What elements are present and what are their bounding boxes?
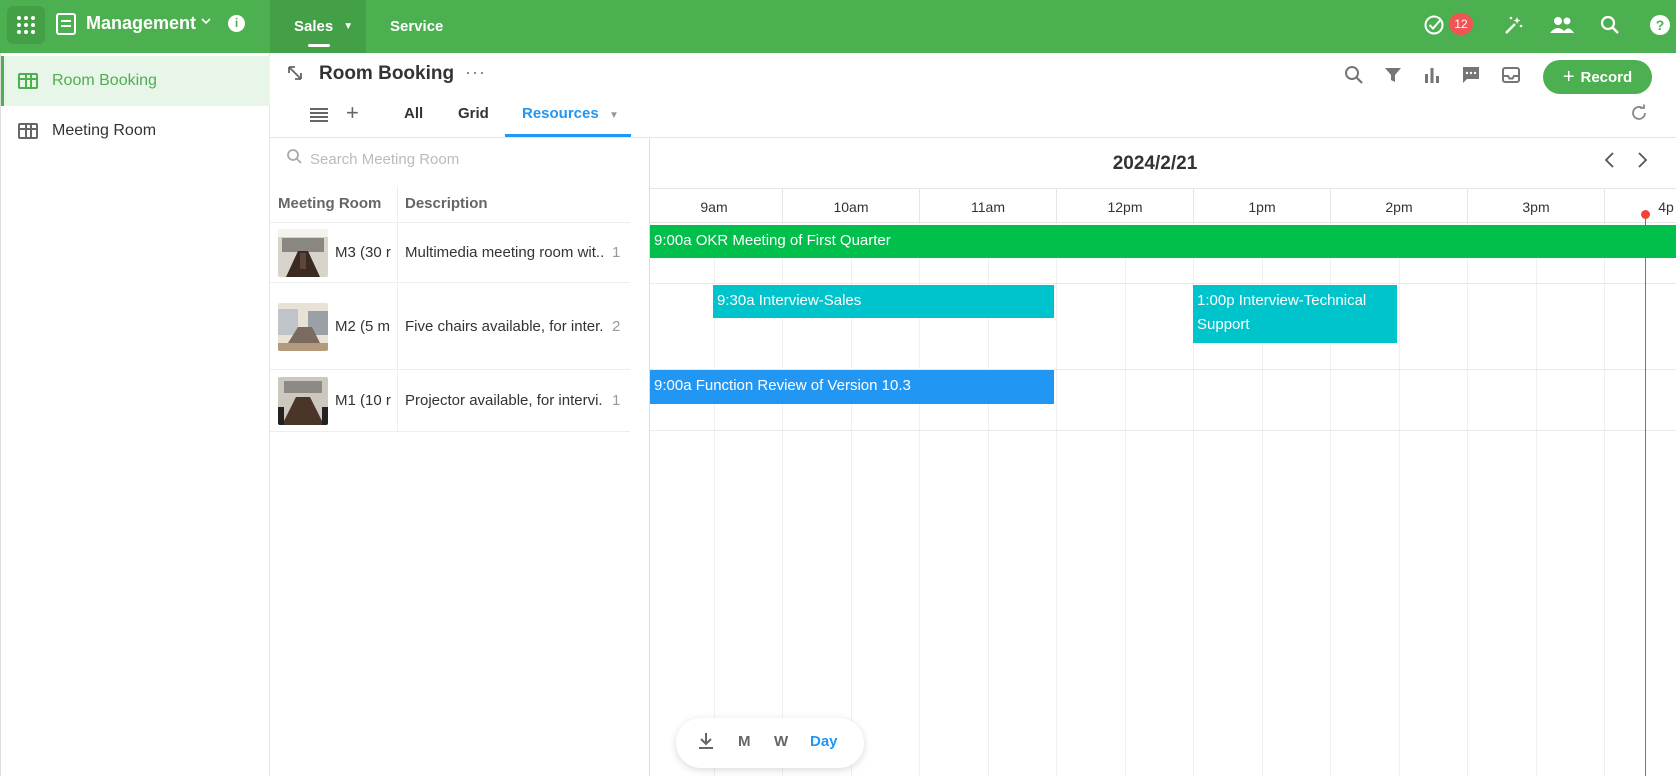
info-icon[interactable]: i	[228, 15, 245, 32]
sidebar-item-room-booking[interactable]: Room Booking	[1, 56, 270, 106]
room-name: M3 (30 r	[335, 244, 391, 261]
caret-down-icon: ▼	[343, 21, 354, 32]
bar-chart-icon[interactable]	[1420, 63, 1444, 87]
tab-resources[interactable]: Resources	[522, 105, 599, 122]
column-divider	[397, 186, 398, 222]
search-icon[interactable]	[1597, 12, 1623, 38]
event-okr-meeting[interactable]: 9:00a OKR Meeting of First Quarter	[650, 225, 1676, 258]
top-bar: Management i Sales ▼ Service 12 ?	[0, 0, 1676, 53]
record-button-label: Record	[1580, 68, 1633, 86]
resource-row[interactable]: M3 (30 r Multimedia meeting room wit.. 1	[270, 223, 630, 283]
svg-text:?: ?	[1656, 17, 1665, 33]
filter-icon[interactable]	[1381, 63, 1405, 87]
room-count: 1	[612, 244, 621, 261]
hour-label: 12pm	[1107, 199, 1143, 215]
view-title: Room Booking	[319, 63, 455, 84]
room-thumbnail	[278, 229, 328, 277]
hour-label: 10am	[833, 199, 869, 215]
nav-tab-sales[interactable]: Sales ▼	[270, 0, 366, 53]
view-mode-switcher: M W Day	[676, 718, 864, 768]
hour-label: 9am	[700, 199, 728, 215]
week-view-button[interactable]: W	[774, 733, 788, 750]
download-icon[interactable]	[698, 732, 714, 755]
sidebar-item-label: Meeting Room	[52, 122, 157, 139]
comment-icon[interactable]	[1459, 63, 1483, 87]
hour-label: 4p	[1658, 199, 1674, 215]
room-count: 2	[612, 318, 621, 335]
search-icon[interactable]	[1342, 63, 1366, 87]
app-header: Management i	[0, 0, 270, 53]
search-icon	[286, 148, 303, 170]
event-function-review[interactable]: 9:00a Function Review of Version 10.3	[650, 370, 1054, 404]
room-count: 1	[612, 392, 621, 409]
hour-header: 9am 10am 11am 12pm 1pm 2pm 3pm 4p	[650, 188, 1676, 223]
resource-list: Meeting Room Description M3 (30 r Multim…	[270, 138, 650, 776]
next-day-icon[interactable]	[1635, 150, 1649, 176]
tab-caret-down-icon[interactable]: ▼	[609, 110, 619, 121]
column-header-description[interactable]: Description	[405, 195, 488, 212]
room-description: Multimedia meeting room wit..	[405, 244, 605, 261]
current-time-line	[1645, 211, 1646, 776]
resource-row[interactable]: M2 (5 m Five chairs available, for inter…	[270, 284, 630, 370]
search-meeting-room-input[interactable]	[310, 146, 630, 172]
check-circle-icon[interactable]	[1421, 12, 1447, 38]
hour-label: 11am	[971, 199, 1005, 215]
prev-day-icon[interactable]	[1603, 150, 1617, 176]
table-icon	[18, 73, 38, 89]
room-thumbnail	[278, 377, 328, 425]
room-description: Five chairs available, for inter.	[405, 318, 604, 335]
day-view-button[interactable]: Day	[810, 733, 838, 750]
tab-grid[interactable]: Grid	[458, 105, 489, 122]
resource-row[interactable]: M1 (10 r Projector available, for interv…	[270, 371, 630, 432]
plus-icon: +	[1562, 66, 1575, 88]
people-icon[interactable]	[1549, 12, 1575, 38]
event-interview-sales[interactable]: 9:30a Interview-Sales	[713, 285, 1054, 318]
chevron-down-icon[interactable]	[200, 14, 212, 30]
sidebar-item-meeting-room[interactable]: Meeting Room	[1, 106, 270, 156]
view-list-icon[interactable]	[310, 108, 328, 122]
room-name: M2 (5 m	[335, 318, 391, 335]
event-interview-technical-support[interactable]: 1:00p Interview-Technical Support	[1193, 285, 1397, 343]
nav-tab-label: Sales	[294, 18, 334, 35]
help-icon[interactable]: ?	[1647, 12, 1673, 38]
room-description: Projector available, for intervi.	[405, 392, 603, 409]
timeline-date: 2024/2/21	[1112, 153, 1198, 174]
nav-tab-service[interactable]: Service	[390, 0, 443, 53]
notification-badge[interactable]: 12	[1449, 13, 1473, 35]
expand-icon[interactable]	[286, 64, 304, 87]
resource-timeline: 2024/2/21 9am 10am 11am 12pm 1pm 2pm 3pm…	[650, 138, 1676, 776]
current-time-dot	[1641, 210, 1650, 219]
column-header-meeting-room[interactable]: Meeting Room	[278, 195, 381, 212]
tab-all[interactable]: All	[404, 105, 423, 122]
hour-label: 3pm	[1522, 199, 1550, 215]
month-view-button[interactable]: M	[738, 733, 751, 750]
refresh-icon[interactable]	[1630, 104, 1648, 127]
magic-wand-icon[interactable]	[1500, 12, 1526, 38]
document-icon	[56, 13, 76, 35]
more-options-icon[interactable]: ···	[465, 62, 486, 83]
inbox-icon[interactable]	[1499, 63, 1523, 87]
nav-tab-label: Service	[390, 18, 444, 35]
add-view-icon[interactable]: +	[346, 100, 359, 126]
hour-label: 2pm	[1385, 199, 1413, 215]
add-record-button[interactable]: + Record	[1543, 60, 1652, 94]
table-icon	[18, 123, 38, 139]
app-name[interactable]: Management	[86, 13, 196, 34]
room-name: M1 (10 r	[335, 392, 391, 409]
hour-label: 1pm	[1248, 199, 1276, 215]
room-thumbnail	[278, 303, 328, 351]
sidebar: Room Booking Meeting Room	[0, 53, 270, 776]
apps-grid-icon[interactable]	[7, 6, 45, 44]
sidebar-item-label: Room Booking	[52, 72, 157, 89]
